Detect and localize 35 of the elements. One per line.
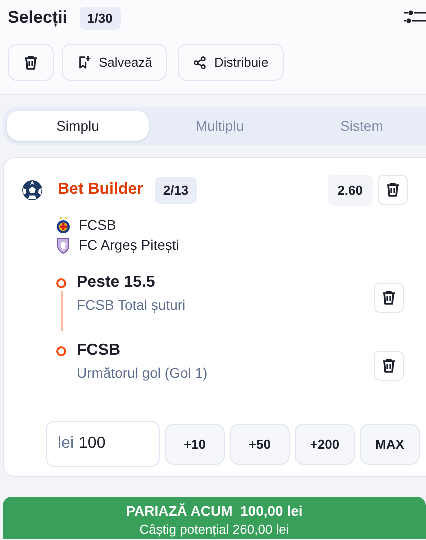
trash-icon — [385, 182, 401, 198]
remove-selection-button[interactable] — [374, 283, 404, 313]
trash-icon — [381, 290, 397, 306]
share-button[interactable]: Distribuie — [178, 44, 284, 81]
soccer-ball-icon — [22, 180, 43, 200]
stake-field[interactable]: lei 100 — [46, 421, 160, 467]
selection-count: 2/13 — [155, 176, 197, 204]
timeline-dot-icon — [56, 278, 67, 289]
selection-pick: Peste 15.5 — [77, 273, 156, 293]
selection-pick: FCSB — [77, 341, 122, 361]
selection-market: Următorul gol (Gol 1) — [77, 365, 209, 381]
share-icon — [193, 56, 208, 70]
quick-stake-button[interactable]: +50 — [230, 424, 290, 464]
selection-count: 1/30 — [80, 6, 121, 30]
team-name: FCSB — [79, 217, 116, 233]
filter-icon[interactable] — [404, 10, 426, 26]
save-button[interactable]: Salvează — [62, 44, 168, 81]
bet-builder-title: Bet Builder — [58, 181, 144, 199]
total-odds: 2.60 — [328, 174, 373, 206]
quick-stake-button[interactable]: MAX — [360, 424, 420, 464]
remove-selection-button[interactable] — [374, 351, 404, 381]
quick-stake-button[interactable]: +200 — [295, 424, 355, 464]
team-crest-icon — [56, 216, 71, 234]
delete-button[interactable] — [8, 44, 54, 81]
team-name: FC Argeș Pitești — [79, 237, 180, 253]
trash-icon — [23, 54, 39, 70]
trash-icon — [381, 358, 397, 374]
bookmark-plus-icon — [77, 55, 92, 70]
delete-bet-button[interactable] — [378, 175, 408, 205]
bet-type-tab[interactable]: Simplu — [7, 111, 149, 141]
slip-title: Selecții — [8, 8, 68, 28]
team-crest-icon — [56, 236, 71, 254]
timeline-dot-icon — [56, 346, 67, 357]
selection-market: FCSB Total șuturi — [77, 297, 187, 313]
quick-stake-button[interactable]: +10 — [165, 424, 225, 464]
